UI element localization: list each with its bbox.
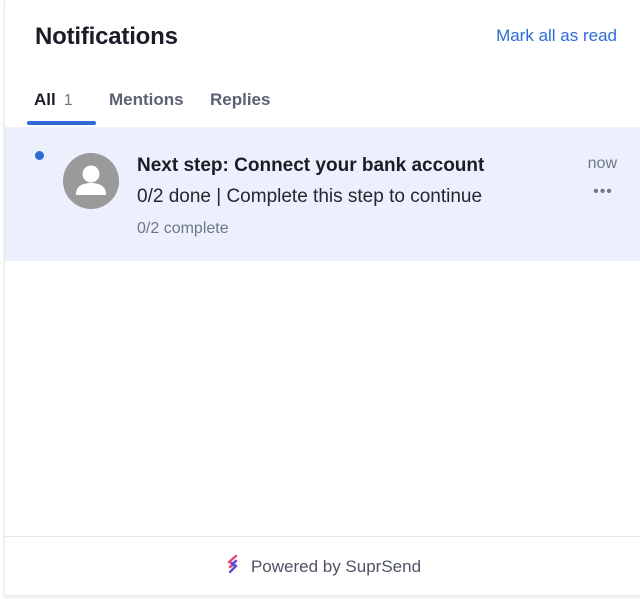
notification-panel: Notifications Mark all as read All 1 Ment… (4, 0, 640, 596)
notification-body: 0/2 done | Complete this step to continu… (137, 186, 483, 207)
tab-all-count: 1 (63, 92, 73, 109)
unread-dot-icon (35, 151, 44, 160)
tab-all-label: All (34, 90, 56, 109)
powered-by[interactable]: Powered by SuprSend (225, 554, 422, 578)
panel-footer: Powered by SuprSend (5, 536, 640, 596)
more-horizontal-icon[interactable]: ••• (591, 184, 615, 200)
notification-title: Next step: Connect your bank account (137, 155, 485, 176)
tab-mentions[interactable]: Mentions (109, 90, 184, 110)
mark-all-read-button[interactable]: Mark all as read (496, 26, 617, 46)
suprsend-logo-icon (225, 554, 241, 578)
notification-item[interactable]: Next step: Connect your bank account 0/2… (5, 127, 640, 261)
tab-all[interactable]: All 1 (34, 90, 73, 110)
notification-time: now (587, 155, 617, 172)
notification-list[interactable]: Next step: Connect your bank account 0/2… (5, 127, 640, 536)
powered-by-label: Powered by SuprSend (250, 556, 422, 576)
active-tab-indicator (27, 121, 96, 125)
tab-replies[interactable]: Replies (210, 90, 270, 110)
page-title: Notifications (35, 23, 178, 50)
tab-bar: All 1 Mentions Replies (5, 80, 640, 127)
notification-subtext: 0/2 complete (137, 220, 229, 237)
user-avatar-icon (63, 153, 119, 209)
panel-header: Notifications Mark all as read (5, 0, 640, 80)
